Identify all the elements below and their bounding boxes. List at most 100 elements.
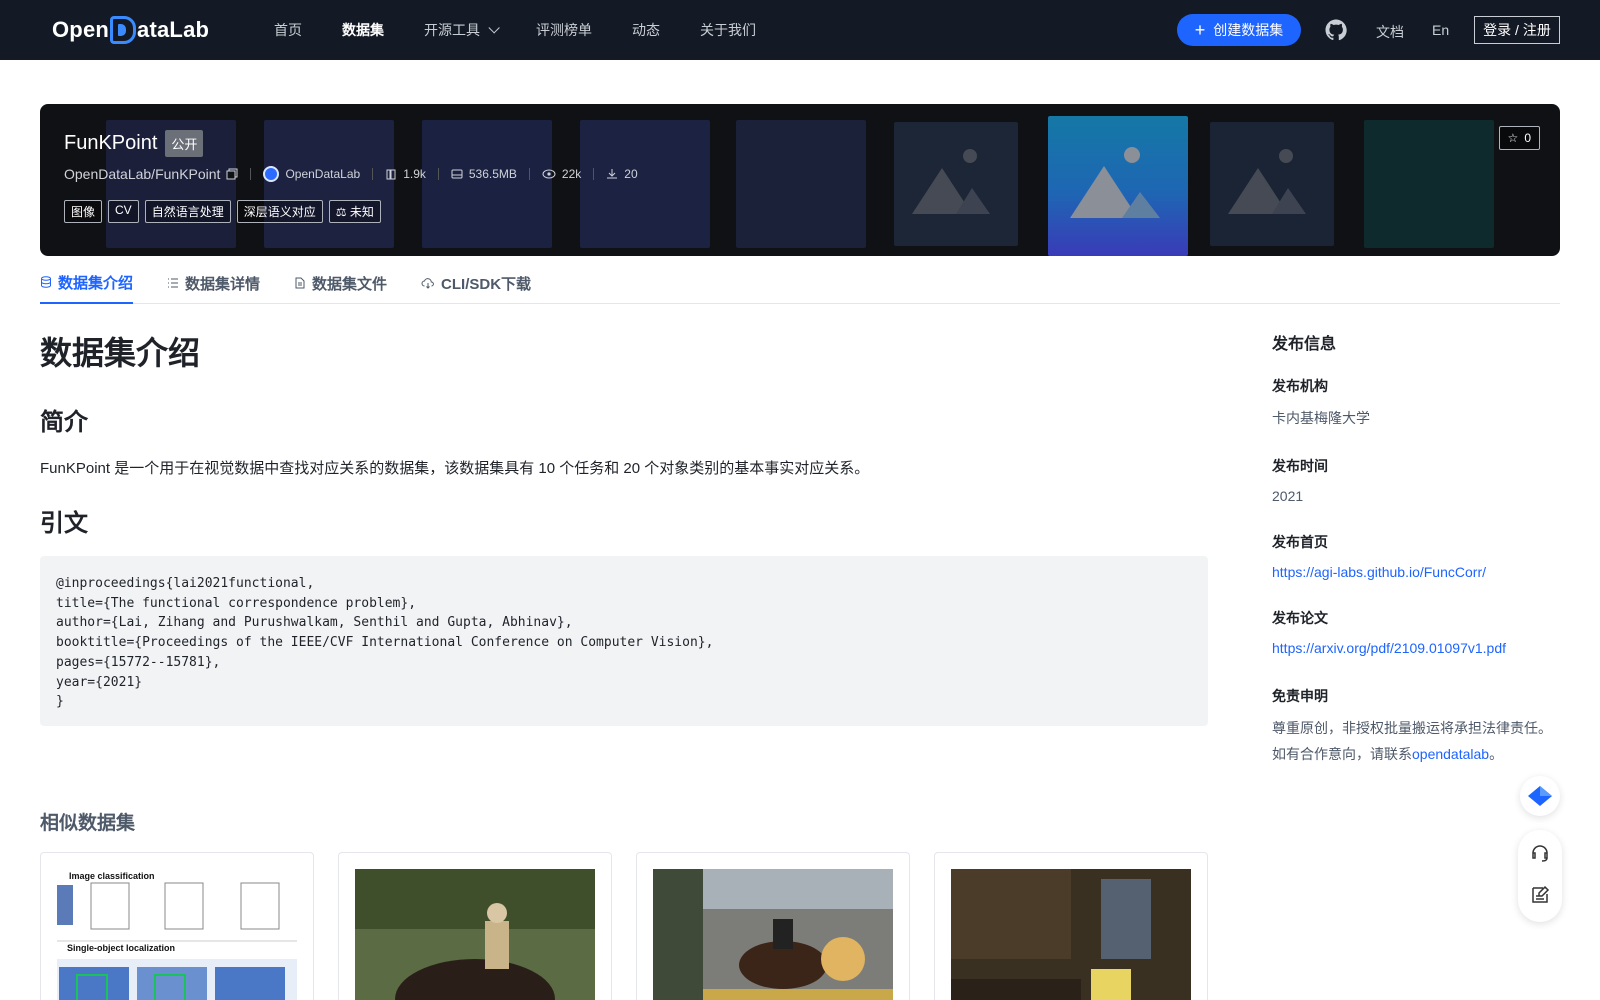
tab-details-label: 数据集详情 bbox=[185, 275, 261, 293]
horse-photo-thumbnail bbox=[355, 869, 595, 1000]
citation-heading: 引文 bbox=[40, 510, 88, 537]
floating-toolbar bbox=[1518, 830, 1562, 922]
org-avatar bbox=[263, 166, 280, 182]
tab-files[interactable]: 数据集文件 bbox=[294, 262, 387, 304]
similar-datasets-heading: 相似数据集 bbox=[40, 813, 136, 834]
tag[interactable]: CV bbox=[108, 200, 139, 223]
downloads-count: 20 bbox=[606, 167, 638, 181]
disclaimer-suffix: 。 bbox=[1489, 746, 1504, 762]
headset-icon[interactable] bbox=[1529, 842, 1551, 864]
create-dataset-label: 创建数据集 bbox=[1213, 22, 1284, 38]
intro-text: FunKPoint 是一个用于在视觉数据中查找对应关系的数据集，该数据集具有 1… bbox=[40, 460, 870, 477]
image-placeholder-icon bbox=[1228, 149, 1306, 214]
tab-intro[interactable]: 数据集介绍 bbox=[40, 262, 134, 304]
download-icon bbox=[607, 169, 618, 179]
dataset-name: FunKPoint bbox=[64, 132, 158, 154]
main-nav: 首页 数据集 开源工具 评测榜单 动态 关于我们 bbox=[274, 0, 796, 60]
tab-cli-sdk[interactable]: CLI/SDK下载 bbox=[421, 262, 531, 304]
dataset-size: 536.5MB bbox=[451, 167, 517, 181]
banner-thumbnail bbox=[1210, 122, 1334, 246]
divider bbox=[528, 168, 530, 180]
similar-dataset-card[interactable]: Image classification Single-object local… bbox=[40, 852, 314, 1000]
eye-icon bbox=[542, 169, 556, 179]
card-caption-b: Single-object localization bbox=[67, 943, 176, 953]
list-icon bbox=[168, 278, 179, 288]
tag[interactable]: 深层语义对应 bbox=[236, 200, 323, 223]
card-thumbnail bbox=[653, 869, 893, 1000]
image-placeholder-icon bbox=[912, 149, 990, 214]
release-time-value: 2021 bbox=[1272, 488, 1304, 504]
disk-icon bbox=[451, 169, 463, 179]
banner-thumbnail bbox=[264, 120, 394, 248]
divider bbox=[593, 168, 595, 180]
release-info-title: 发布信息 bbox=[1272, 336, 1337, 353]
similar-dataset-card[interactable] bbox=[934, 852, 1208, 1000]
release-info-panel: 发布信息 发布机构 卡内基梅隆大学 发布时间 2021 发布首页 https:/… bbox=[1272, 330, 1562, 764]
banner-thumbnail bbox=[422, 120, 552, 248]
nav-home[interactable]: 首页 bbox=[274, 20, 302, 40]
release-time-label: 发布时间 bbox=[1272, 458, 1328, 474]
citation-block: @inproceedings{lai2021functional, title=… bbox=[40, 556, 1208, 726]
similar-dataset-card[interactable] bbox=[338, 852, 612, 1000]
nav-about[interactable]: 关于我们 bbox=[700, 20, 756, 40]
opendatalab-logo[interactable]: Open ataLab bbox=[52, 14, 209, 46]
homepage-link[interactable]: https://agi-labs.github.io/FuncCorr/ bbox=[1272, 564, 1562, 580]
feedback-edit-icon[interactable] bbox=[1529, 884, 1551, 906]
license-tag[interactable]: ⚖ 未知 bbox=[328, 200, 381, 223]
dataset-meta: OpenDataLab/FunKPoint OpenDataLab 1.9k 5… bbox=[64, 166, 638, 182]
copy-icon[interactable] bbox=[226, 168, 238, 180]
views-count-value: 22k bbox=[561, 167, 582, 181]
logo-text-right: ataLab bbox=[137, 17, 210, 42]
banner-thumbnail bbox=[580, 120, 710, 248]
file-icon bbox=[295, 277, 305, 289]
indoor-photo-thumbnail bbox=[951, 869, 1191, 1000]
nav-docs[interactable]: 文档 bbox=[1376, 22, 1404, 42]
star-button[interactable]: ☆ 0 bbox=[1498, 126, 1540, 150]
similar-dataset-card[interactable] bbox=[636, 852, 910, 1000]
nav-tools-label: 开源工具 bbox=[424, 22, 480, 38]
top-nav: Open ataLab 首页 数据集 开源工具 评测榜单 动态 关于我们 + 创… bbox=[0, 0, 1600, 60]
dataset-path: OpenDataLab/FunKPoint bbox=[64, 166, 238, 182]
nav-leaderboard[interactable]: 评测榜单 bbox=[536, 20, 592, 40]
disclaimer-label: 免责申明 bbox=[1272, 688, 1328, 704]
card-thumbnail bbox=[355, 869, 595, 1000]
nav-datasets[interactable]: 数据集 bbox=[342, 20, 384, 40]
card-thumbnail: Image classification Single-object local… bbox=[57, 869, 297, 1000]
chevron-down-icon bbox=[488, 22, 500, 34]
disclaimer-prefix: 如有合作意向，请联系 bbox=[1272, 746, 1412, 762]
create-dataset-button[interactable]: + 创建数据集 bbox=[1177, 14, 1301, 46]
dataset-tabs: 数据集介绍 数据集详情 数据集文件 CLI/SDK下载 bbox=[40, 262, 1560, 304]
image-placeholder-icon bbox=[1070, 147, 1160, 218]
language-switch[interactable]: En bbox=[1432, 22, 1449, 38]
assistant-float-button[interactable] bbox=[1520, 776, 1560, 816]
login-register-button[interactable]: 登录 / 注册 bbox=[1474, 16, 1560, 44]
tab-details[interactable]: 数据集详情 bbox=[167, 262, 260, 304]
dataset-tags: 图像 CV 自然语言处理 深层语义对应 ⚖ 未知 bbox=[64, 200, 381, 223]
database-icon bbox=[41, 276, 51, 288]
logo-d-mark-icon bbox=[110, 16, 137, 44]
downloads-count-value: 20 bbox=[624, 167, 638, 181]
nav-news[interactable]: 动态 bbox=[632, 20, 660, 40]
nav-tools[interactable]: 开源工具 bbox=[424, 20, 500, 40]
logo-text-left: Open bbox=[52, 17, 110, 42]
contact-link[interactable]: opendatalab bbox=[1412, 746, 1489, 762]
tag[interactable]: 图像 bbox=[64, 200, 103, 223]
plus-icon: + bbox=[1194, 20, 1206, 40]
visibility-badge: 公开 bbox=[165, 130, 204, 157]
license-value: 未知 bbox=[349, 205, 374, 219]
citation-text[interactable]: @inproceedings{lai2021functional, title=… bbox=[56, 574, 1192, 712]
cloud-download-icon bbox=[421, 278, 434, 289]
dataset-banner: FunKPoint 公开 OpenDataLab/FunKPoint OpenD… bbox=[40, 104, 1560, 256]
tag[interactable]: 自然语言处理 bbox=[144, 200, 231, 223]
book-icon bbox=[386, 169, 396, 180]
github-icon[interactable] bbox=[1324, 18, 1348, 42]
dataset-org[interactable]: OpenDataLab bbox=[263, 166, 360, 182]
publisher-value: 卡内基梅隆大学 bbox=[1272, 410, 1370, 426]
page-title: 数据集介绍 bbox=[40, 335, 201, 371]
paper-link[interactable]: https://arxiv.org/pdf/2109.01097v1.pdf bbox=[1272, 640, 1562, 656]
homepage-label: 发布首页 bbox=[1272, 534, 1328, 550]
card-thumbnail bbox=[951, 869, 1191, 1000]
scale-icon: ⚖ bbox=[335, 205, 347, 219]
views-count: 22k bbox=[542, 167, 581, 181]
star-icon: ☆ bbox=[1507, 131, 1519, 145]
